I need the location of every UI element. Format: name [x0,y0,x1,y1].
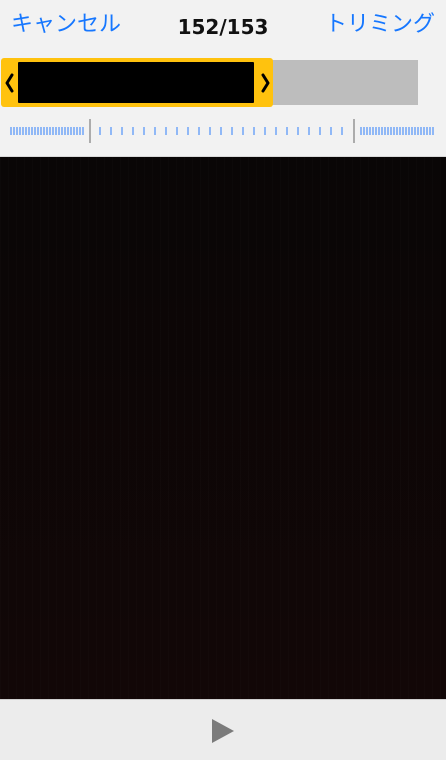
chevron-right-icon [261,73,269,92]
playback-toolbar [0,699,446,760]
trim-toolbar: キャンセル 152/153 トリミング [0,0,446,157]
play-button[interactable] [205,715,241,747]
trim-end-handle[interactable] [256,61,273,104]
trim-range-selector[interactable] [1,58,273,107]
chevron-left-icon [5,73,13,92]
video-trimmer-screen: キャンセル 152/153 トリミング [0,0,446,760]
trim-button[interactable]: トリミング [325,11,435,39]
selected-trim-area [18,62,254,103]
scrubber-ticks [10,119,434,143]
trim-start-handle[interactable] [1,61,18,104]
playback-scrubber[interactable] [10,119,435,143]
video-preview [0,157,446,699]
play-icon [212,719,234,743]
